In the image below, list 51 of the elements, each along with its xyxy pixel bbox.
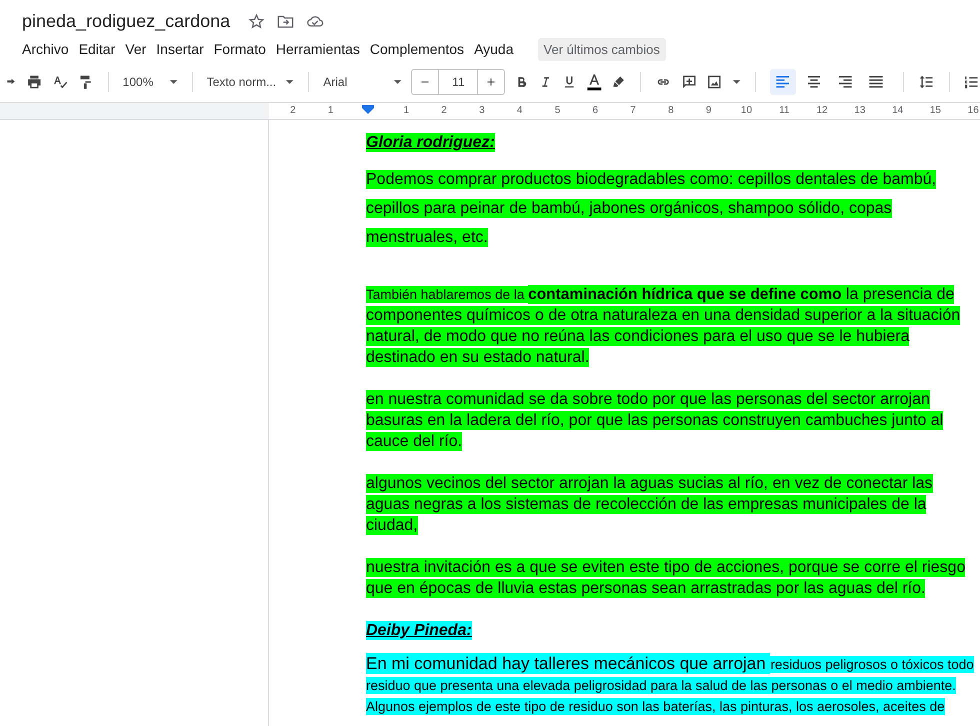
text-color-icon[interactable]	[586, 72, 602, 92]
indent-marker-icon[interactable]	[362, 105, 374, 115]
ruler-number: 1	[404, 104, 410, 118]
menu-item[interactable]: Archivo	[22, 41, 73, 57]
ruler-number: 13	[854, 104, 866, 118]
zoom-dropdown[interactable]: 100%	[122, 75, 160, 89]
last-changes-button[interactable]: Ver últimos cambios	[538, 38, 666, 60]
ruler-number: 11	[779, 104, 790, 118]
highlighter-icon[interactable]	[611, 74, 626, 90]
line-spacing-icon[interactable]	[918, 73, 934, 91]
menu-item[interactable]: Insertar	[152, 41, 208, 57]
paragraph: En mi comunidad hay talleres mecánicos que arrojan residuos peligrosos o tóxicos todo residuo que presenta una elevada peligrosidad para la salud de las personas o el medio ambiente. Algunos ejemplos de este tipo de residuo son las baterías, las pinturas, los aerosoles, aceites de	[366, 653, 974, 717]
cloud-check-icon[interactable]	[306, 14, 324, 28]
paragraph: en nuestra comunidad se da sobre todo por que las personas del sector arrojan basuras en la ladera del río, por que las personas construyen cambuches junto al cauce del río.	[366, 389, 944, 452]
ruler-number: 10	[740, 104, 752, 118]
style-dropdown[interactable]: Texto norm...	[206, 75, 276, 89]
ruler-number: 4	[516, 104, 522, 118]
ruler-number: 9	[706, 104, 712, 118]
paragraph: Podemos comprar productos biodegradables como: cepillos dentales de bambú, cepillos para peinar de bambú, jabones orgánicos, shampoo sólido, copas menstruales, etc.	[366, 169, 938, 249]
menu-item[interactable]: Complementos	[366, 41, 468, 57]
plus-icon[interactable]	[485, 76, 498, 88]
font-size-field[interactable]: 11	[438, 70, 478, 94]
star-icon[interactable]	[248, 12, 266, 30]
ruler-number: 14	[892, 104, 904, 118]
author-heading: Gloria rodriguez:	[366, 132, 496, 153]
ruler-number: 3	[479, 104, 485, 118]
ruler-number: 8	[668, 104, 674, 118]
folder-move-icon[interactable]	[277, 14, 294, 28]
ruler-number: 5	[554, 104, 560, 118]
align-left-button[interactable]	[770, 69, 796, 95]
add-comment-icon[interactable]	[680, 73, 698, 91]
ruler-number: 7	[630, 104, 636, 118]
print-icon[interactable]	[26, 73, 43, 91]
font-size-control[interactable]: 11	[411, 69, 506, 95]
paragraph: nuestra invitación es a que se eviten este tipo de acciones, porque se corre el riesgo que en épocas de lluvia estas personas sean arrastradas por las aguas del río.	[366, 557, 966, 599]
menu-item[interactable]: Herramientas	[272, 41, 364, 57]
ruler-number: 16	[968, 104, 979, 118]
author-heading: Deiby Pineda:	[366, 620, 473, 641]
menu-item[interactable]: Editar	[74, 41, 120, 57]
ruler-number: 2	[441, 104, 447, 118]
ruler-number: 6	[592, 104, 598, 118]
image-icon[interactable]	[706, 73, 723, 91]
menu-item[interactable]: Ver	[121, 41, 150, 57]
menu-item[interactable]: Formato	[210, 41, 270, 57]
document-title[interactable]: pineda_rodiguez_cardona	[22, 10, 230, 32]
ruler-number: 2	[290, 104, 296, 118]
font-dropdown[interactable]: Arial	[323, 75, 384, 89]
ruler-number: 1	[328, 104, 334, 118]
ruler-number: 15	[930, 104, 941, 118]
menu-item[interactable]: Ayuda	[470, 41, 518, 57]
ruler-number: 12	[816, 104, 828, 118]
